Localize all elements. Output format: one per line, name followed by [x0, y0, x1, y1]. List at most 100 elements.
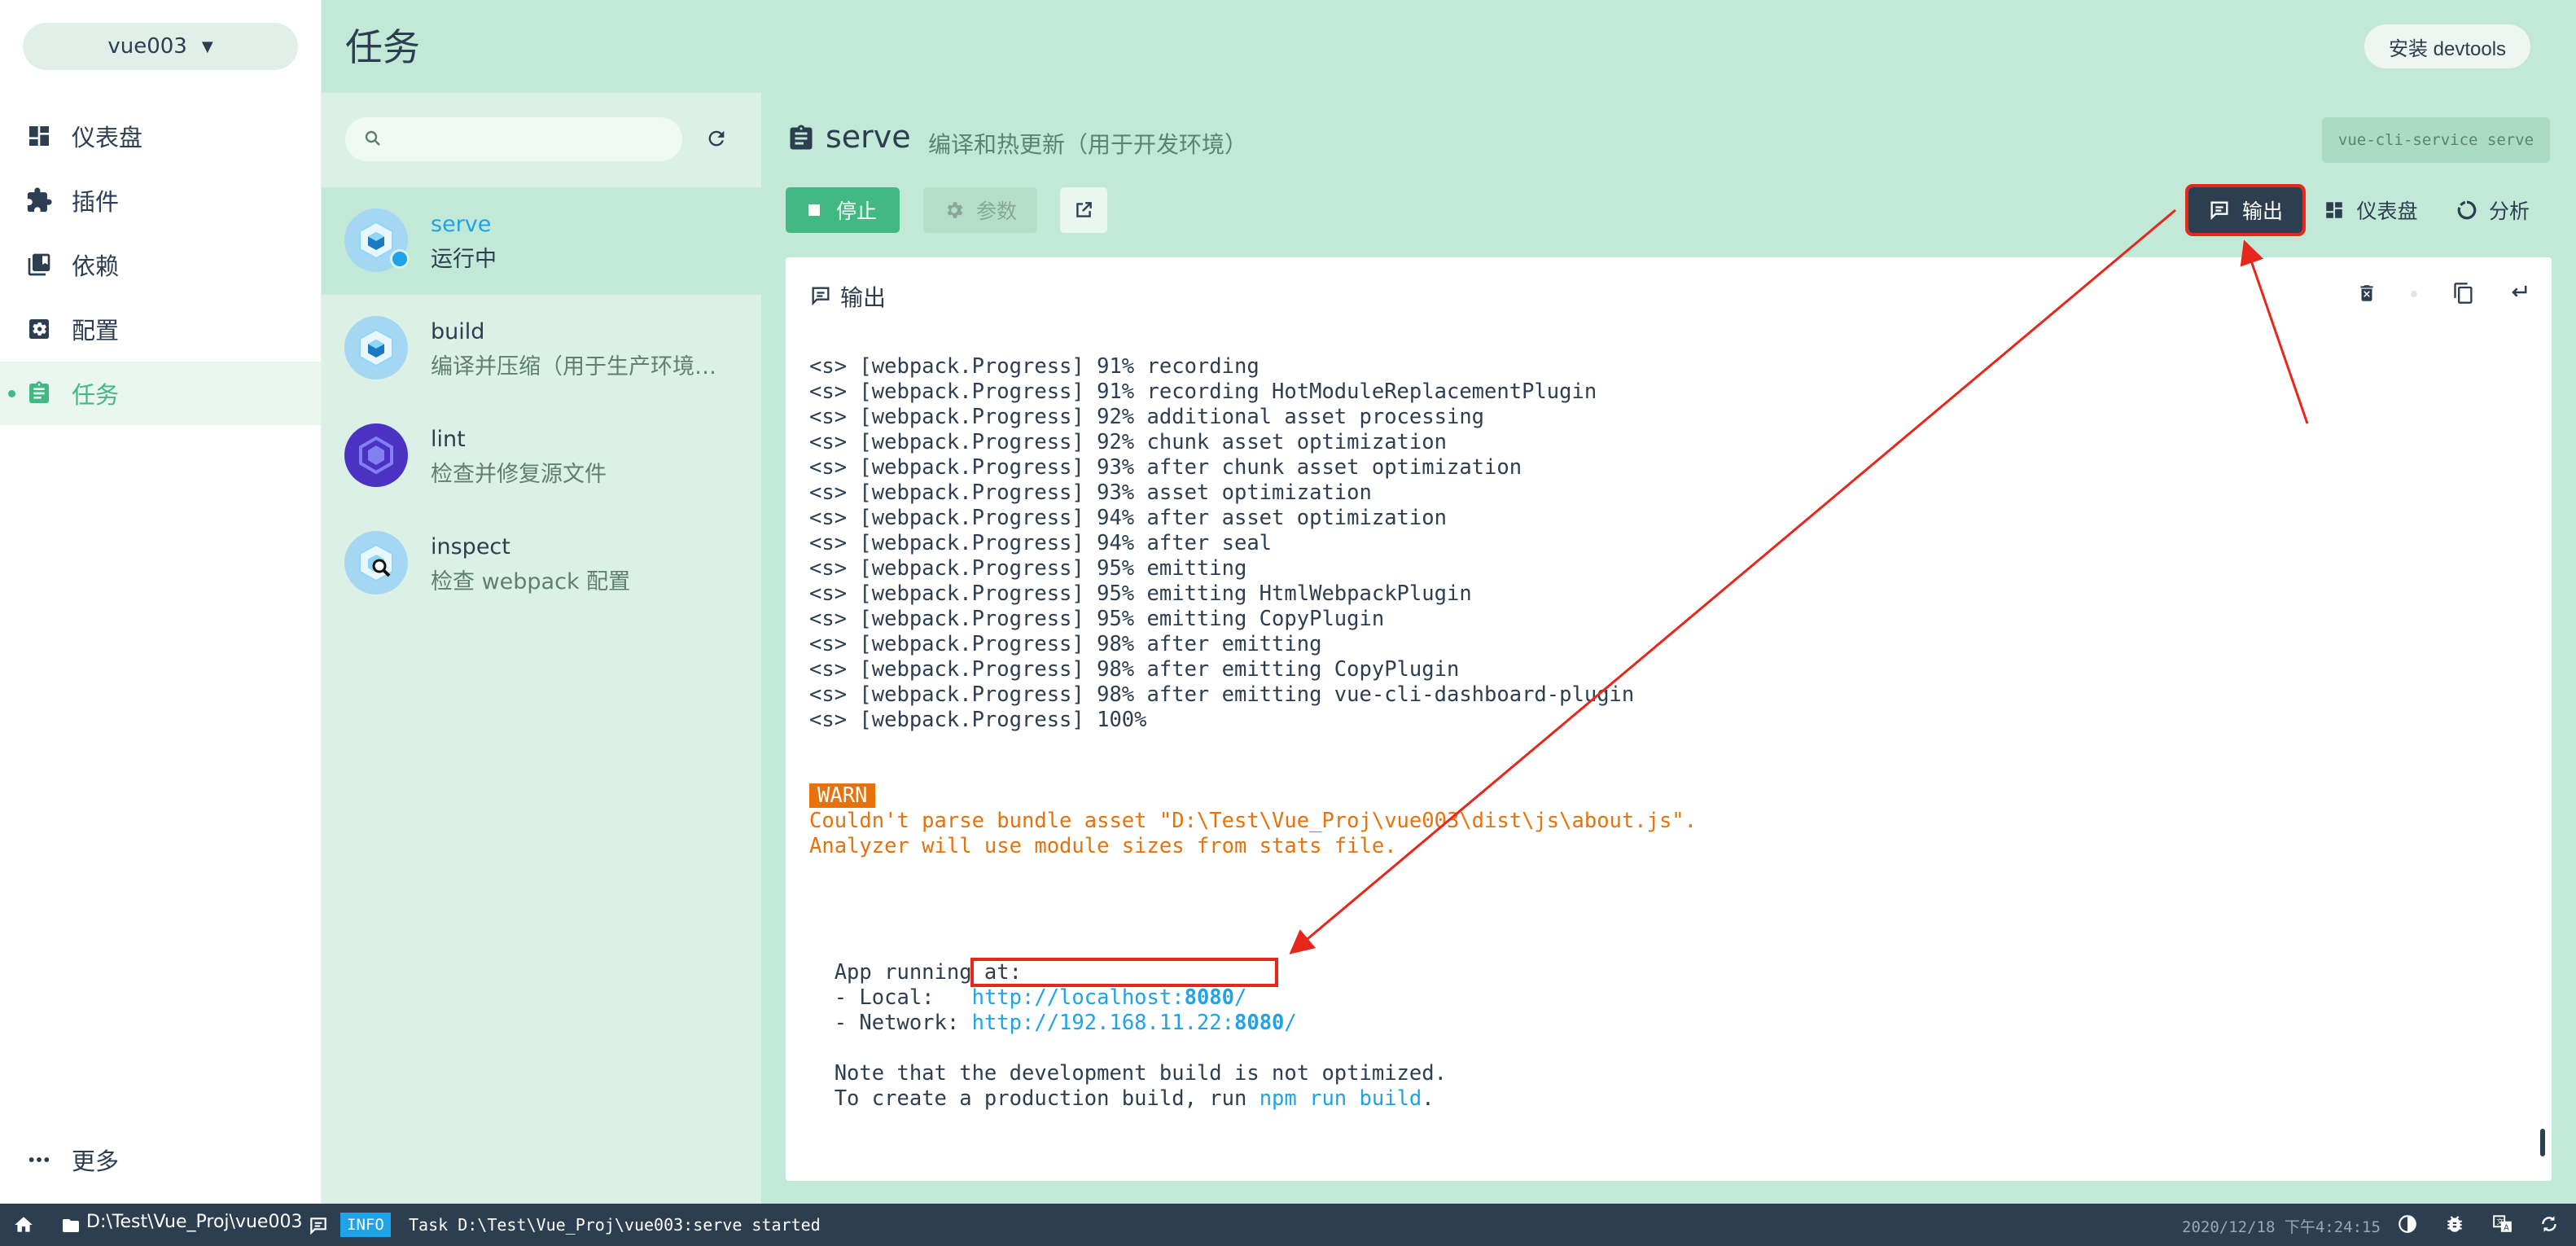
project-selector[interactable]: vue003 ▼	[23, 23, 298, 70]
puzzle-icon	[24, 186, 54, 215]
warn-badge: WARN	[809, 783, 876, 808]
tab-analysis-label: 分析	[2488, 200, 2530, 223]
caret-down-icon: ▼	[201, 37, 213, 55]
project-path[interactable]: D:\Test\Vue_Proj\vue003	[86, 1212, 302, 1232]
copy-icon[interactable]	[2452, 281, 2475, 309]
enter-icon[interactable]	[2508, 281, 2530, 307]
warn-line: Couldn't parse bundle asset "D:\Test\Vue…	[809, 809, 1698, 833]
refresh-icon[interactable]	[700, 122, 733, 155]
console-line: <s> [webpack.Progress] 95% emitting	[809, 556, 1247, 581]
console-line: <s> [webpack.Progress] 98% after emittin…	[809, 657, 1460, 682]
status-timestamp: 2020/12/18 下午4:24:15	[2182, 1218, 2381, 1236]
webpack-icon	[344, 316, 408, 380]
nav-more[interactable]: 更多	[0, 1128, 321, 1191]
status-message[interactable]: Task D:\Test\Vue_Proj\vue003:serve start…	[409, 1213, 821, 1237]
tab-output-label: 输出	[2241, 200, 2283, 223]
production-build-line: To create a production build, run npm ru…	[809, 1086, 1435, 1111]
dashboard-icon	[2324, 200, 2345, 221]
install-devtools-button[interactable]: 安装 devtools	[2364, 24, 2530, 68]
warn-line: Analyzer will use module sizes from stat…	[809, 834, 1397, 858]
stop-button-label: 停止	[835, 200, 877, 223]
annotation-highlight-box	[970, 958, 1278, 987]
dashboard-icon	[24, 121, 54, 151]
running-status-dot	[390, 249, 410, 269]
console-scrollbar[interactable]	[2540, 1129, 2545, 1156]
folder-icon[interactable]	[60, 1216, 81, 1239]
task-item-inspect[interactable]: inspect 检查 webpack 配置	[322, 510, 761, 617]
nav-item-label: 仪表盘	[72, 124, 143, 151]
log-icon[interactable]	[308, 1215, 329, 1239]
nav-item-plugins[interactable]: 插件	[0, 169, 321, 232]
console-line: <s> [webpack.Progress] 94% after asset o…	[809, 506, 1447, 530]
task-name: lint	[431, 427, 466, 452]
nav-item-tasks[interactable]: 任务	[0, 362, 321, 425]
console-line: <s> [webpack.Progress] 94% after seal	[809, 531, 1273, 555]
tab-analysis[interactable]: 分析	[2452, 187, 2534, 233]
params-button[interactable]: 参数	[923, 187, 1037, 233]
task-description: 检查并修复源文件	[431, 462, 607, 487]
nav-item-label: 依赖	[72, 252, 120, 280]
console-line: <s> [webpack.Progress] 91% recording	[809, 354, 1260, 379]
nav-item-label: 插件	[72, 188, 120, 216]
console-line: <s> [webpack.Progress] 95% emitting Html…	[809, 581, 1472, 606]
network-url-link[interactable]: http://192.168.11.22:8080/	[972, 1011, 1297, 1035]
more-horizontal-icon	[24, 1147, 54, 1173]
console-line: <s> [webpack.Progress] 92% additional as…	[809, 405, 1485, 429]
console-line: <s> [webpack.Progress] 93% asset optimiz…	[809, 480, 1372, 505]
bug-icon[interactable]	[2444, 1213, 2465, 1238]
nav-item-dependencies[interactable]: 依赖	[0, 233, 321, 296]
task-name: inspect	[431, 534, 510, 559]
local-url-link[interactable]: http://localhost:8080/	[972, 985, 1247, 1010]
nav-item-dashboard[interactable]: 仪表盘	[0, 104, 321, 168]
nav-item-label: 配置	[72, 317, 120, 344]
task-description: 运行中	[431, 247, 497, 272]
message-icon	[2208, 199, 2231, 222]
console-line: <s> [webpack.Progress] 98% after emittin…	[809, 682, 1635, 707]
svg-text:文: 文	[2496, 1217, 2504, 1226]
tab-output[interactable]: 输出	[2185, 184, 2306, 236]
nav-more-label: 更多	[72, 1147, 120, 1175]
task-item-serve[interactable]: serve 运行中	[322, 187, 761, 295]
webpack-icon	[344, 208, 410, 272]
top-header	[322, 0, 2576, 93]
task-name: build	[431, 319, 485, 344]
task-item-build[interactable]: build 编译并压缩（用于生产环境…	[322, 295, 761, 402]
translate-icon[interactable]: 文A	[2491, 1213, 2514, 1238]
output-title: 输出	[840, 284, 887, 311]
tab-dashboard[interactable]: 仪表盘	[2322, 187, 2420, 233]
dark-mode-icon[interactable]	[2397, 1213, 2418, 1238]
refresh-icon[interactable]	[2539, 1213, 2560, 1238]
webpack-inspect-icon	[344, 531, 408, 594]
output-console: <s> [webpack.Progress] 91% recording <s> …	[809, 329, 2519, 1152]
task-description: 编译并压缩（用于生产环境…	[431, 354, 716, 380]
project-name: vue003	[107, 34, 187, 59]
task-title: serve	[826, 119, 911, 155]
active-indicator	[8, 390, 15, 397]
open-in-new-icon[interactable]	[1060, 187, 1107, 233]
params-button-label: 参数	[975, 200, 1017, 223]
home-icon[interactable]	[13, 1214, 34, 1239]
page-title: 任务	[345, 25, 420, 69]
stop-button[interactable]: 停止	[786, 187, 900, 233]
console-line: <s> [webpack.Progress] 98% after emittin…	[809, 632, 1322, 656]
library-books-icon	[24, 250, 54, 279]
message-icon	[809, 284, 832, 310]
task-item-lint[interactable]: lint 检查并修复源文件	[322, 402, 761, 510]
task-search-input[interactable]	[345, 117, 682, 161]
task-description: 检查 webpack 配置	[431, 569, 631, 594]
task-command: vue-cli-service serve	[2322, 117, 2550, 163]
console-line: <s> [webpack.Progress] 93% after chunk a…	[809, 455, 1522, 480]
donut-icon	[2456, 200, 2477, 221]
tab-dashboard-label: 仪表盘	[2356, 200, 2418, 223]
nav-item-label: 任务	[72, 381, 120, 409]
task-name: serve	[431, 212, 492, 237]
network-label: - Network:	[809, 1011, 972, 1035]
nav-item-config[interactable]: 配置	[0, 297, 321, 361]
gear-icon	[944, 200, 965, 221]
svg-text:A: A	[2504, 1224, 2509, 1233]
delete-icon[interactable]	[2356, 281, 2377, 309]
console-line: <s> [webpack.Progress] 91% recording Hot…	[809, 380, 1597, 404]
log-level-badge: INFO	[340, 1213, 391, 1237]
separator-dot	[2411, 291, 2417, 297]
settings-applications-icon	[24, 314, 54, 344]
